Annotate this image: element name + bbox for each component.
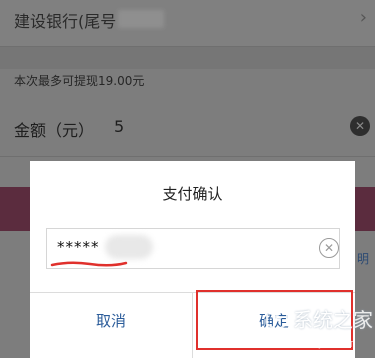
watermark: 系统之家 XITONGZHIJIA.NET xyxy=(263,300,375,358)
cancel-button[interactable]: 取消 xyxy=(30,293,192,358)
withdraw-limit-text: 本次最多可提现19.00元 xyxy=(14,74,145,88)
watermark-name: 系统之家 xyxy=(293,308,373,332)
password-mask-text: ***** xyxy=(57,238,100,256)
section-gap xyxy=(0,47,375,69)
chevron-right-icon: › xyxy=(359,7,367,28)
bank-card-label: 建设银行(尾号 xyxy=(14,12,117,31)
password-blur xyxy=(105,235,153,259)
watermark-url: XITONGZHIJIA.NET xyxy=(265,340,355,349)
red-underline-annotation xyxy=(50,261,128,267)
withdraw-button-edge[interactable] xyxy=(355,187,375,231)
watermark-logo-icon xyxy=(266,304,288,332)
dialog-title: 支付确认 xyxy=(162,185,223,203)
help-link[interactable]: 明 xyxy=(357,250,369,267)
amount-input[interactable]: 5 xyxy=(114,117,124,136)
amount-label: 金额（元） xyxy=(14,121,95,140)
withdraw-button[interactable] xyxy=(0,187,30,231)
bank-card-row[interactable]: 建设银行(尾号 › xyxy=(0,0,375,47)
clear-amount-icon[interactable]: ✕ xyxy=(350,116,370,136)
clear-password-icon[interactable]: ✕ xyxy=(319,238,339,258)
card-number-mask xyxy=(118,10,164,28)
